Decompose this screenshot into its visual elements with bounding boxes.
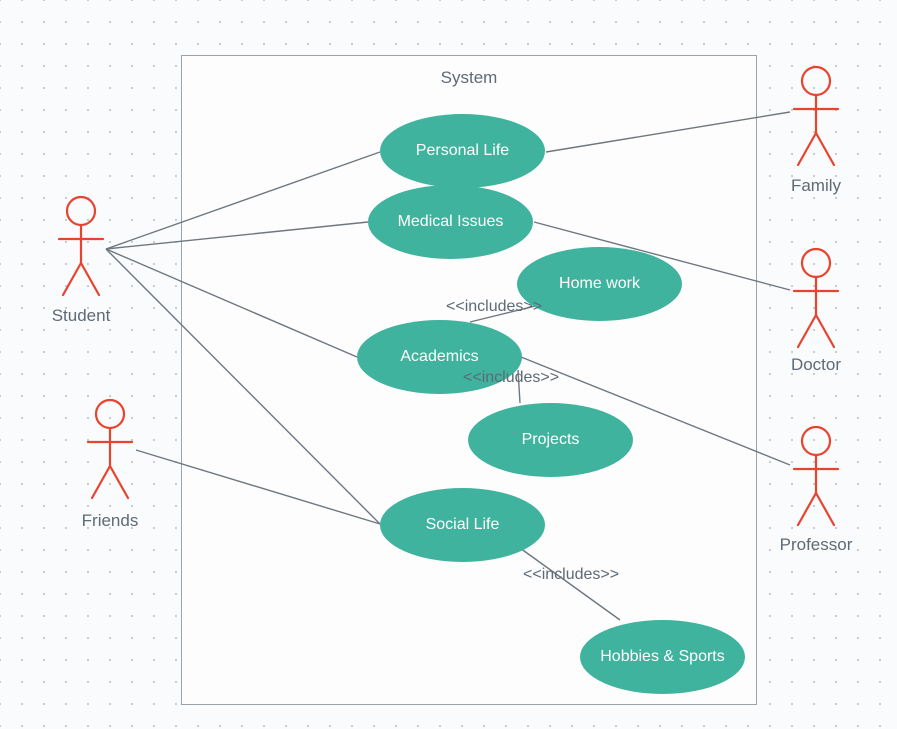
actor-friends-icon xyxy=(84,398,136,502)
actor-professor-icon xyxy=(790,425,842,529)
includes-label: <<includes>> xyxy=(523,566,619,584)
actor-professor-label: Professor xyxy=(766,535,866,555)
actor-family-icon xyxy=(790,65,842,169)
usecase-hobbies-sports: Hobbies & Sports xyxy=(580,620,745,694)
usecase-social-life: Social Life xyxy=(380,488,545,562)
actor-doctor-icon xyxy=(790,247,842,351)
usecase-label: Medical Issues xyxy=(398,212,504,231)
usecase-personal-life: Personal Life xyxy=(380,114,545,188)
actor-student-icon xyxy=(55,195,107,299)
actor-family-label: Family xyxy=(766,176,866,196)
usecase-label: Personal Life xyxy=(416,141,509,160)
includes-label: <<includes>> xyxy=(446,298,542,316)
usecase-label: Home work xyxy=(559,274,640,293)
actor-friends-label: Friends xyxy=(60,511,160,531)
usecase-projects: Projects xyxy=(468,403,633,477)
usecase-label: Social Life xyxy=(426,515,500,534)
includes-label: <<includes>> xyxy=(463,369,559,387)
system-title: System xyxy=(182,68,756,88)
usecase-label: Projects xyxy=(522,430,580,449)
usecase-label: Academics xyxy=(400,347,478,366)
actor-student-label: Student xyxy=(31,306,131,326)
actor-doctor-label: Doctor xyxy=(766,355,866,375)
usecase-label: Hobbies & Sports xyxy=(600,647,725,666)
usecase-medical-issues: Medical Issues xyxy=(368,185,533,259)
